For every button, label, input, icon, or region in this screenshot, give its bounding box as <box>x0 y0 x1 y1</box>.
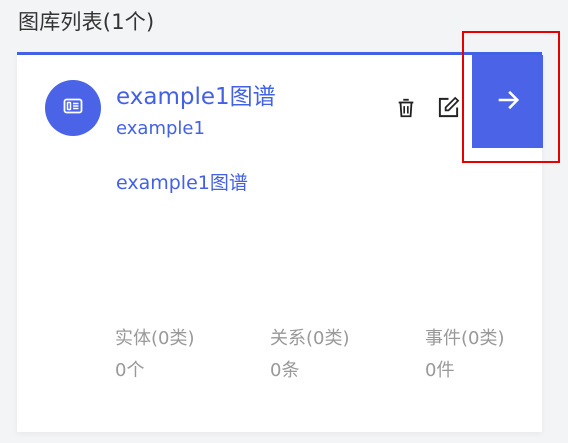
edit-icon <box>437 96 460 123</box>
enter-graph-button[interactable] <box>472 55 543 148</box>
stat-relation-value: 0条 <box>270 360 300 381</box>
graph-card-icon <box>61 94 85 122</box>
stat-event-label: 事件(0类) <box>425 328 505 349</box>
stat-entity-label: 实体(0类) <box>115 328 195 349</box>
stat-event-value: 0件 <box>425 360 455 381</box>
graph-description: example1图谱 <box>116 172 248 194</box>
graph-library-page: 图库列表(1个) example1图谱 example1 example1图谱 … <box>0 0 568 443</box>
stat-entity-value: 0个 <box>115 360 145 381</box>
graph-title[interactable]: example1图谱 <box>116 82 276 112</box>
stat-event: 事件(0类) 0件 <box>425 323 535 387</box>
graph-card: example1图谱 example1 example1图谱 实体(0类) 0个… <box>17 52 543 432</box>
graph-avatar <box>45 80 101 136</box>
arrow-right-icon <box>494 86 522 118</box>
delete-button[interactable] <box>393 97 419 123</box>
edit-button[interactable] <box>435 96 461 122</box>
stat-relation-label: 关系(0类) <box>270 328 350 349</box>
library-list-title: 图库列表(1个) <box>18 10 155 34</box>
trash-icon <box>395 97 417 123</box>
stat-entity: 实体(0类) 0个 <box>115 323 225 387</box>
graph-subtitle: example1 <box>116 118 205 139</box>
stat-relation: 关系(0类) 0条 <box>270 323 380 387</box>
